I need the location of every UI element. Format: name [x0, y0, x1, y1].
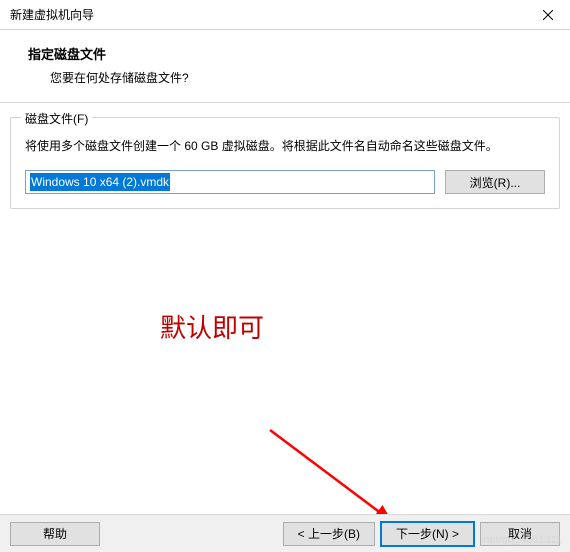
annotation-text: 默认即可: [160, 308, 264, 345]
back-button[interactable]: < 上一步(B): [283, 522, 375, 546]
wizard-header: 指定磁盘文件 您要在何处存储磁盘文件?: [0, 30, 570, 103]
fieldset-label: 磁盘文件(F): [21, 110, 92, 127]
cancel-button[interactable]: 取消: [480, 522, 560, 546]
fieldset-description: 将使用多个磁盘文件创建一个 60 GB 虚拟磁盘。将根据此文件名自动命名这些磁盘…: [25, 136, 545, 156]
titlebar: 新建虚拟机向导: [0, 0, 570, 30]
wizard-footer: 帮助 < 上一步(B) 下一步(N) > 取消: [0, 514, 570, 552]
close-button[interactable]: [525, 0, 570, 29]
close-icon: [543, 10, 553, 20]
disk-file-fieldset: 磁盘文件(F) 将使用多个磁盘文件创建一个 60 GB 虚拟磁盘。将根据此文件名…: [10, 117, 560, 209]
disk-file-value: Windows 10 x64 (2).vmdk: [30, 173, 170, 191]
next-button[interactable]: 下一步(N) >: [381, 522, 474, 546]
help-button[interactable]: 帮助: [10, 522, 100, 546]
page-description: 您要在何处存储磁盘文件?: [10, 69, 560, 86]
window-title: 新建虚拟机向导: [10, 6, 94, 23]
page-title: 指定磁盘文件: [10, 44, 560, 63]
browse-button[interactable]: 浏览(R)...: [445, 170, 545, 194]
disk-file-input[interactable]: Windows 10 x64 (2).vmdk: [25, 170, 435, 194]
